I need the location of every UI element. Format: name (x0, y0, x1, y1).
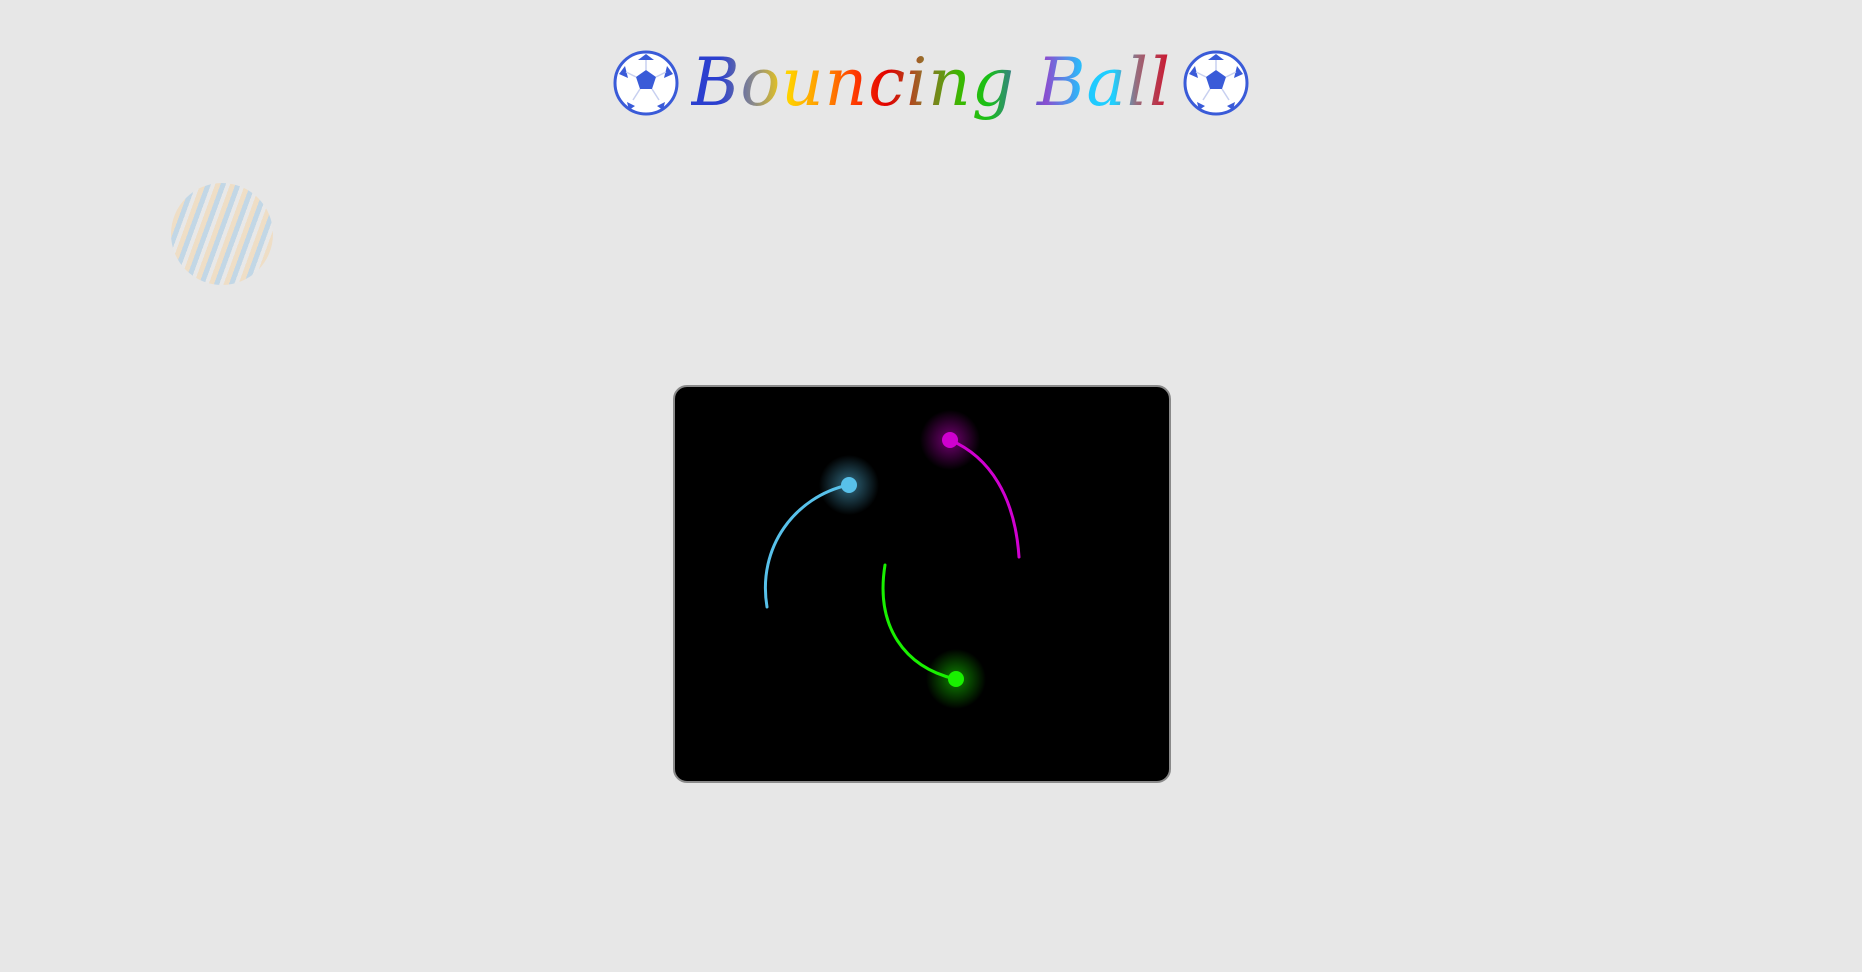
blue-ball (841, 477, 857, 493)
page-title: Bouncing Ball (0, 40, 1862, 126)
game-scene (764, 410, 1021, 709)
soccer-ball-icon (613, 50, 679, 116)
game-canvas[interactable] (673, 385, 1171, 783)
magenta-ball (942, 432, 958, 448)
striped-disc-icon (171, 183, 273, 285)
green-ball (948, 671, 964, 687)
title-text: Bouncing Ball (691, 40, 1171, 126)
soccer-ball-icon (1183, 50, 1249, 116)
